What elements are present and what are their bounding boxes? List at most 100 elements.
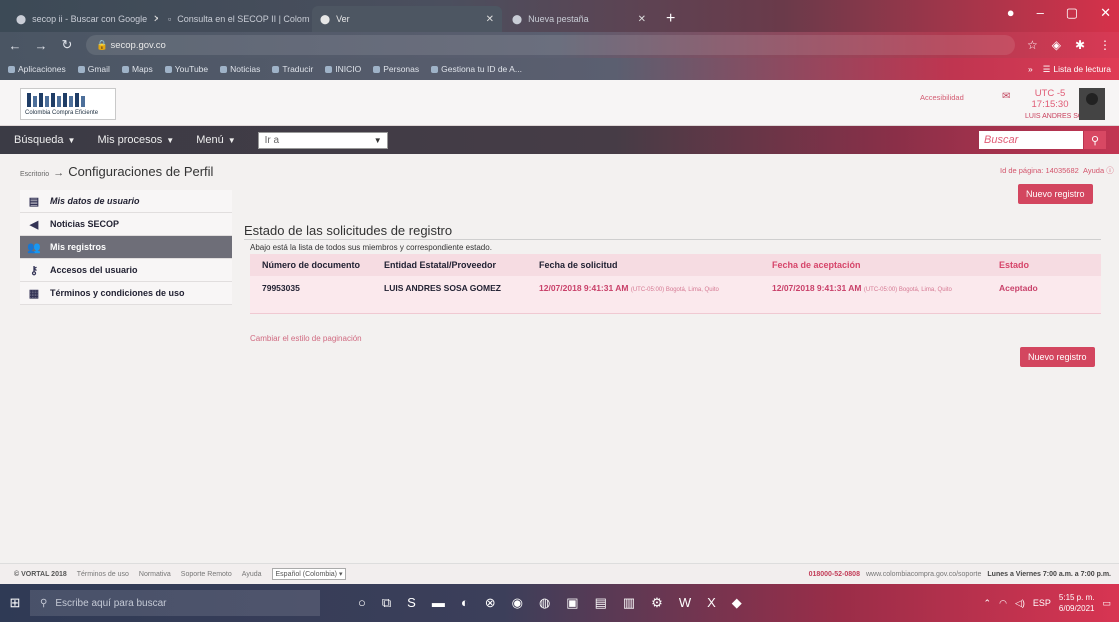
caret-down-icon: ▼ — [227, 135, 236, 145]
edge-icon[interactable]: ◐ — [461, 595, 469, 611]
url-field[interactable]: 🔒 secop.gov.co — [86, 35, 1015, 55]
sidebar-item-mis-datos[interactable]: ▤ Mis datos de usuario — [20, 190, 232, 213]
nav-menu[interactable]: Menú ▼ — [196, 134, 235, 146]
page-icon: ▫ — [168, 14, 172, 24]
chevron-right-icon[interactable]: » — [1028, 64, 1033, 75]
page-icon: ⬤ — [320, 13, 331, 24]
close-window-icon[interactable]: ✕ — [1100, 5, 1111, 21]
back-icon[interactable]: ← — [8, 38, 22, 53]
tray-chevron-icon[interactable]: ⌃ — [984, 598, 992, 609]
bookmark-item[interactable]: INICIO — [325, 64, 361, 74]
page-title: Configuraciones de Perfil — [68, 164, 214, 179]
bookmark-item[interactable]: Noticias — [220, 64, 260, 74]
reading-list-button[interactable]: ☰ Lista de lectura — [1043, 64, 1111, 75]
language-select[interactable]: Español (Colombia) ▾ — [271, 568, 347, 580]
photos-icon[interactable]: ▣ — [566, 595, 578, 611]
footer-link-ayuda[interactable]: Ayuda — [242, 571, 262, 578]
user-name: LUIS ANDRES SOSA... — [1025, 113, 1099, 120]
new-record-button-bottom[interactable]: Nuevo registro — [1020, 347, 1095, 367]
footer-link-terminos[interactable]: Términos de uso — [77, 571, 129, 578]
windows-start-icon[interactable]: ⊞ — [0, 595, 30, 611]
close-tab-icon[interactable]: ✕ — [486, 14, 494, 25]
volume-icon[interactable]: ◁) — [1015, 598, 1025, 609]
new-tab-button[interactable]: + — [656, 6, 685, 32]
settings-icon[interactable]: ⚙ — [651, 595, 663, 611]
bookmark-item[interactable]: YouTube — [164, 64, 208, 74]
reload-icon[interactable]: ↻ — [60, 37, 74, 53]
col-header-documento[interactable]: Número de documento — [250, 260, 372, 270]
star-icon[interactable]: ☆ — [1027, 38, 1038, 52]
document-icon: ▦ — [28, 287, 40, 300]
store-icon[interactable]: ▥ — [623, 595, 635, 611]
sidebar-item-accesos[interactable]: ⚷ Accesos del usuario — [20, 259, 232, 282]
search-input[interactable]: Buscar — [979, 131, 1083, 149]
sidebar-item-mis-registros[interactable]: 👥 Mis registros — [20, 236, 232, 259]
profile-icon[interactable]: ● — [1007, 5, 1015, 21]
footer-link-normativa[interactable]: Normativa — [139, 571, 171, 578]
bookmark-item[interactable]: Gmail — [77, 64, 110, 74]
close-tab-icon[interactable]: ✕ — [153, 14, 158, 25]
col-header-entidad[interactable]: Entidad Estatal/Proveedor — [372, 260, 527, 270]
explorer-icon[interactable]: ▬ — [432, 595, 445, 611]
lock-icon: 🔒 — [96, 39, 111, 51]
news-icon — [220, 65, 228, 73]
office-icon[interactable]: ◉ — [512, 595, 523, 611]
registrations-table: Número de documento Entidad Estatal/Prov… — [250, 254, 1101, 314]
col-header-estado[interactable]: Estado — [987, 260, 1101, 270]
maximize-icon[interactable]: ▢ — [1066, 5, 1078, 21]
user-info[interactable]: UTC -5 17:15:30 LUIS ANDRES SOSA... — [1025, 88, 1099, 120]
extension-icon[interactable]: ◈ — [1052, 38, 1061, 52]
new-record-button-top[interactable]: Nuevo registro — [1018, 184, 1093, 204]
nav-busqueda[interactable]: Búsqueda ▼ — [14, 134, 75, 146]
app-icon[interactable]: ◆ — [732, 595, 742, 611]
skype-icon[interactable]: S — [407, 595, 416, 611]
mail-icon[interactable]: ✉ — [1002, 91, 1010, 102]
table-row[interactable]: 79953035 LUIS ANDRES SOSA GOMEZ 12/07/20… — [250, 276, 1101, 314]
site-footer: © VORTAL 2018 Términos de uso Normativa … — [0, 563, 1119, 584]
browser-tab[interactable]: ⬤ secop ii - Buscar con Google ✕ — [8, 6, 158, 32]
support-link[interactable]: www.colombiacompra.gov.co/soporte — [866, 571, 981, 578]
cortana-icon[interactable]: ○ — [358, 595, 366, 611]
sidebar-item-terminos[interactable]: ▦ Términos y condiciones de uso — [20, 282, 232, 305]
help-link[interactable]: Ayuda — [1083, 166, 1104, 175]
word-icon[interactable]: W — [679, 595, 691, 611]
secop-logo[interactable]: Colombia Compra Eficiente — [20, 88, 116, 120]
notification-icon[interactable]: ▭ — [1102, 598, 1111, 609]
caret-down-icon: ▼ — [373, 135, 382, 145]
calendar-icon[interactable]: ▤ — [595, 595, 607, 611]
nav-mis-procesos[interactable]: Mis procesos ▼ — [97, 134, 174, 146]
taskbar-search-input[interactable]: ⚲ Escribe aquí para buscar — [30, 590, 320, 616]
browser-tab-active[interactable]: ⬤ Ver ✕ — [312, 6, 502, 32]
paging-style-link[interactable]: Cambiar el estilo de paginación — [250, 334, 362, 343]
close-tab-icon[interactable]: ✕ — [638, 14, 646, 25]
bookmark-item[interactable]: Personas — [373, 64, 419, 74]
browser-tab[interactable]: ▫Consulta en el SECOP II | Colombia✕ — [160, 6, 310, 32]
accessibility-link[interactable]: Accesibilidad — [920, 93, 964, 102]
menu-dots-icon[interactable]: ⋮ — [1099, 38, 1111, 52]
language-indicator[interactable]: ESP — [1033, 598, 1051, 608]
xbox-icon[interactable]: ⊗ — [485, 595, 496, 611]
puzzle-icon[interactable]: ✱ — [1075, 38, 1085, 52]
forward-icon[interactable]: → — [34, 38, 48, 53]
bookmark-item[interactable]: Maps — [121, 64, 153, 74]
footer-link-soporte[interactable]: Soporte Remoto — [181, 571, 232, 578]
col-header-fecha-solicitud[interactable]: Fecha de solicitud — [527, 260, 760, 270]
col-header-fecha-aceptacion[interactable]: Fecha de aceptación — [760, 260, 987, 270]
task-view-icon[interactable]: ⧉ — [382, 595, 391, 611]
browser-tab[interactable]: ⬤ Nueva pestaña ✕ — [504, 6, 654, 32]
excel-icon[interactable]: X — [707, 595, 716, 611]
sidebar-item-noticias[interactable]: ◀ Noticias SECOP — [20, 213, 232, 236]
avatar[interactable] — [1079, 88, 1105, 120]
help-icon[interactable]: ⓘ — [1106, 166, 1114, 175]
bookmark-item[interactable]: Aplicaciones — [8, 64, 66, 74]
chrome-icon[interactable]: ◍ — [539, 595, 550, 611]
network-icon[interactable]: ◠ — [999, 598, 1007, 609]
bookmark-icon — [431, 65, 439, 73]
search-button[interactable]: ⚲ — [1084, 131, 1106, 149]
bookmark-item[interactable]: Traducir — [272, 64, 313, 74]
minimize-icon[interactable]: – — [1037, 5, 1044, 21]
taskbar-clock[interactable]: 5:15 p. m. 6/09/2021 — [1059, 592, 1095, 614]
bookmark-item[interactable]: Gestiona tu ID de A... — [431, 64, 522, 74]
breadcrumb-home-link[interactable]: Escritorio — [20, 171, 49, 178]
goto-select[interactable]: Ir a ▼ — [257, 131, 388, 149]
